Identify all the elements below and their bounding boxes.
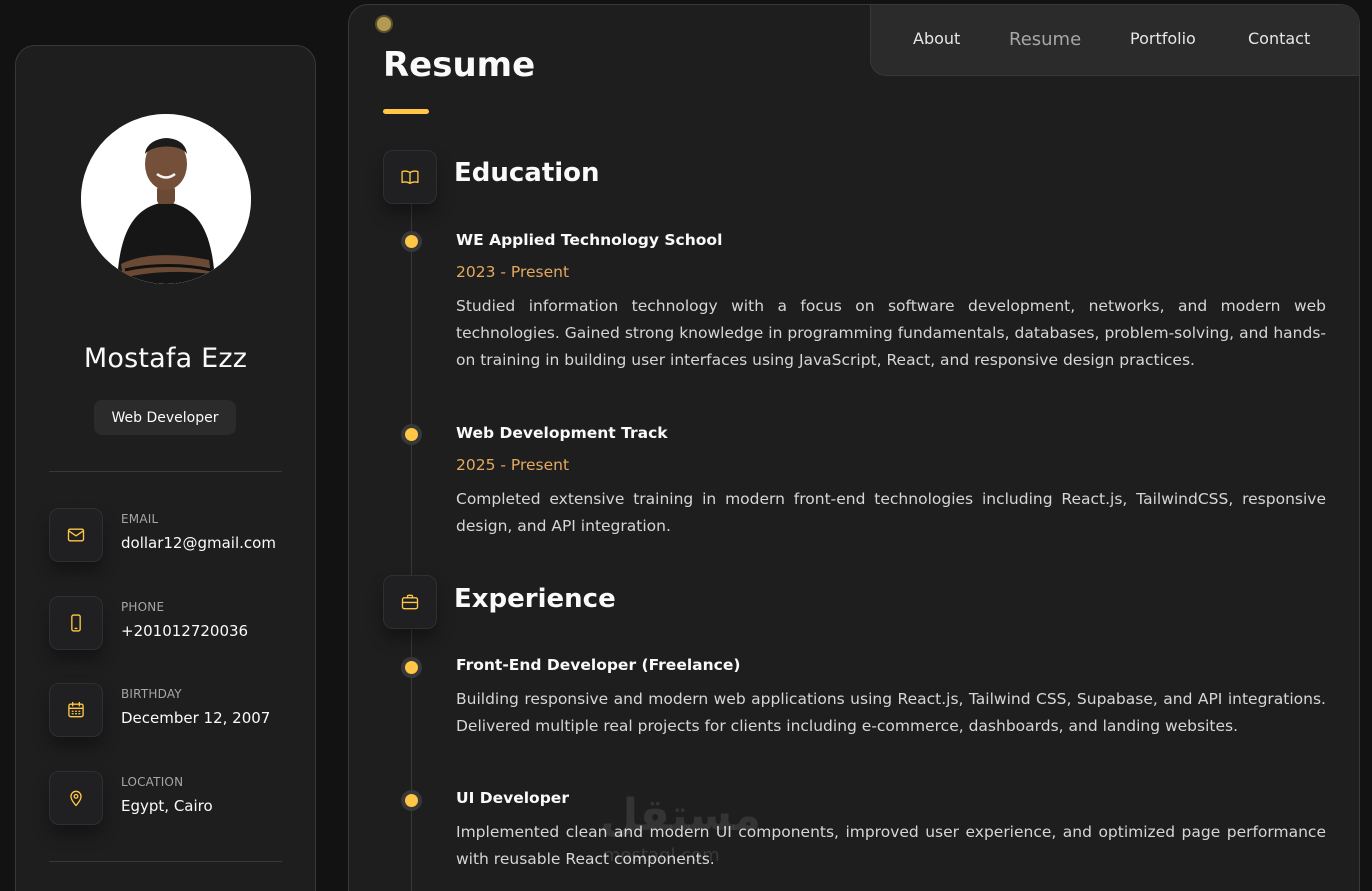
education-timeline-line [411,204,412,578]
watermark-logo: مستقل [600,790,761,841]
avatar [81,114,251,284]
nav-contact[interactable]: Contact [1248,29,1310,48]
contact-birthday: BIRTHDAY December 12, 2007 [49,683,299,737]
briefcase-icon [383,575,437,629]
title-underline [383,109,429,114]
page-title: Resume [383,45,536,85]
experience-title: Experience [454,584,616,614]
contact-email: EMAIL dollar12@gmail.com [49,508,299,562]
experience-item-text: Implemented clean and modern UI componen… [456,823,1326,868]
birthday-value: December 12, 2007 [121,709,271,727]
education-title: Education [454,158,600,188]
education-item-text: Completed extensive training in modern f… [456,490,1326,535]
nav-about[interactable]: About [913,29,960,48]
navbar: About Resume Portfolio Contact [870,5,1359,76]
timeline-dot [405,235,418,248]
phone-icon [49,596,103,650]
sidebar-divider [49,861,282,862]
nav-portfolio[interactable]: Portfolio [1130,29,1196,48]
mail-icon [49,508,103,562]
contact-label: EMAIL [121,512,159,526]
experience-item-title: UI Developer [456,789,569,807]
role-badge: Web Developer [94,400,236,435]
contact-location: LOCATION Egypt, Cairo [49,771,299,825]
profile-sidebar: Mostafa Ezz Web Developer EMAIL dollar12… [15,45,316,891]
education-item-date: 2025 - Present [456,456,570,474]
sidebar-divider [49,471,282,472]
timeline-dot [405,794,418,807]
phone-link[interactable]: +201012720036 [121,622,248,640]
location-pin-icon [49,771,103,825]
circle-marker-icon [375,15,393,33]
contact-label: LOCATION [121,775,184,789]
watermark-url: mostaql.com [603,845,720,866]
contact-label: PHONE [121,600,165,614]
experience-item-text: Building responsive and modern web appli… [456,690,1326,735]
education-item-title: Web Development Track [456,424,668,442]
contact-label: BIRTHDAY [121,687,182,701]
calendar-icon [49,683,103,737]
nav-resume[interactable]: Resume [1009,29,1081,50]
education-item-text: Studied information technology with a fo… [456,297,1326,369]
timeline-dot [405,661,418,674]
book-icon [383,150,437,204]
education-item-date: 2023 - Present [456,263,570,281]
email-link[interactable]: dollar12@gmail.com [121,534,276,552]
timeline-dot [405,428,418,441]
profile-name: Mostafa Ezz [83,343,248,374]
contact-phone: PHONE +201012720036 [49,596,299,650]
location-value: Egypt, Cairo [121,797,213,815]
resume-card: About Resume Portfolio Contact Resume Ed… [348,4,1360,891]
avatar-photo [81,114,251,284]
experience-item-title: Front-End Developer (Freelance) [456,656,741,674]
education-item-title: WE Applied Technology School [456,231,723,249]
